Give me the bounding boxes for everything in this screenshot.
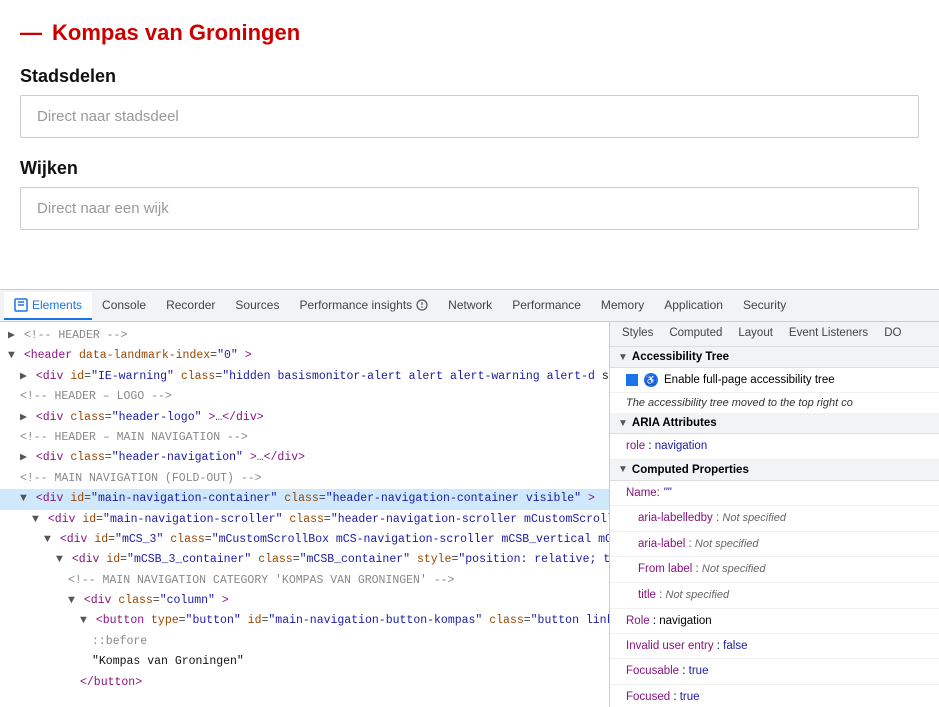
- dom-line: ▼ <header data-landmark-index="0" >: [0, 346, 609, 366]
- devtools-body: ▶ <!-- HEADER --> ▼ <header data-landmar…: [0, 322, 939, 707]
- role-row: Role : navigation: [610, 609, 939, 634]
- tab-security[interactable]: Security: [733, 292, 796, 320]
- tab-network[interactable]: Network: [438, 292, 502, 320]
- wijken-heading: Wijken: [20, 158, 919, 179]
- accessibility-tree-header[interactable]: ▼ Accessibility Tree: [610, 347, 939, 368]
- tab-memory[interactable]: Memory: [591, 292, 654, 320]
- performance-insights-icon: [416, 299, 428, 311]
- properties-panel: Styles Computed Layout Event Listeners D…: [610, 322, 939, 707]
- devtools-tabbar: Elements Console Recorder Sources Perfor…: [0, 290, 939, 322]
- inspector-icon: [14, 298, 28, 312]
- dom-line: </button>: [0, 673, 609, 693]
- aria-attributes-header[interactable]: ▼ ARIA Attributes: [610, 413, 939, 434]
- dom-line: ▼ <div id="main-navigation-scroller" cla…: [0, 510, 609, 530]
- subtab-computed[interactable]: Computed: [661, 322, 730, 346]
- wijken-select[interactable]: Direct naar een wijk: [20, 187, 919, 230]
- subtab-do[interactable]: DO: [876, 322, 909, 346]
- tab-performance-insights[interactable]: Performance insights: [289, 292, 438, 320]
- page-title-container: — Kompas van Groningen: [20, 20, 919, 46]
- chevron-down-icon: ▼: [618, 352, 628, 363]
- dom-line: ▼ <div id="mCSB_3_container" class="mCSB…: [0, 550, 609, 570]
- focused-row: Focused : true: [610, 685, 939, 707]
- tab-application[interactable]: Application: [654, 292, 733, 320]
- tab-sources[interactable]: Sources: [225, 292, 289, 320]
- subtab-event-listeners[interactable]: Event Listeners: [781, 322, 876, 346]
- checkbox-accessibility[interactable]: [626, 374, 638, 386]
- title-row: title : Not specified: [610, 583, 939, 609]
- devtools-panel: Elements Console Recorder Sources Perfor…: [0, 290, 939, 707]
- chevron-down-icon: ▼: [618, 464, 628, 475]
- dom-line: ▼ <div id="mCS_3" class="mCustomScrollBo…: [0, 530, 609, 550]
- dom-line: <!-- MAIN NAVIGATION (FOLD-OUT) -->: [0, 469, 609, 489]
- dom-panel[interactable]: ▶ <!-- HEADER --> ▼ <header data-landmar…: [0, 322, 610, 707]
- aria-label-row: aria-label : Not specified: [610, 532, 939, 558]
- tab-recorder[interactable]: Recorder: [156, 292, 225, 320]
- chevron-down-icon: ▼: [618, 418, 628, 429]
- tab-inspector[interactable]: Elements: [4, 292, 92, 320]
- computed-properties-header[interactable]: ▼ Computed Properties: [610, 460, 939, 481]
- dom-line: ▼ <button type="button" id="main-navigat…: [0, 611, 609, 631]
- page-title: Kompas van Groningen: [52, 20, 300, 46]
- invalid-entry-row: Invalid user entry : false: [610, 634, 939, 659]
- aria-role-row: role : navigation: [610, 434, 939, 459]
- props-subtabs: Styles Computed Layout Event Listeners D…: [610, 322, 939, 347]
- accessibility-checkbox-row[interactable]: ♿ Enable full-page accessibility tree: [610, 368, 939, 393]
- aria-labelledby-row: aria-labelledby : Not specified: [610, 506, 939, 532]
- dom-line: ▼ <div class="column" >: [0, 591, 609, 611]
- accessibility-note: The accessibility tree moved to the top …: [610, 393, 939, 413]
- dom-line: ▶ <div class="header-logo" >…</div>: [0, 408, 609, 428]
- accessibility-icon: ♿: [644, 373, 658, 387]
- dom-line: "Kompas van Groningen": [0, 652, 609, 672]
- title-dash: —: [20, 20, 42, 46]
- from-label-row: From label : Not specified: [610, 557, 939, 583]
- stadsdelen-heading: Stadsdelen: [20, 66, 919, 87]
- focusable-row: Focusable : true: [610, 659, 939, 684]
- tab-console[interactable]: Console: [92, 292, 156, 320]
- tab-performance[interactable]: Performance: [502, 292, 591, 320]
- dom-line: <!-- HEADER – LOGO -->: [0, 387, 609, 407]
- subtab-layout[interactable]: Layout: [730, 322, 781, 346]
- dom-line-selected[interactable]: ▼ <div id="main-navigation-container" cl…: [0, 489, 609, 509]
- dom-line: ▶ <div class="header-navigation" >…</div…: [0, 448, 609, 468]
- dom-line: <!-- HEADER – MAIN NAVIGATION -->: [0, 428, 609, 448]
- subtab-styles[interactable]: Styles: [614, 322, 661, 346]
- dom-line: <!-- MAIN NAVIGATION CATEGORY 'KOMPAS VA…: [0, 571, 609, 591]
- dom-line: ::before: [0, 632, 609, 652]
- dom-line: ▶ <!-- HEADER -->: [0, 326, 609, 346]
- stadsdelen-select[interactable]: Direct naar stadsdeel: [20, 95, 919, 138]
- computed-name-row: Name: "": [610, 481, 939, 506]
- dom-line: ▶ <div id="IE-warning" class="hidden bas…: [0, 367, 609, 387]
- page-content: — Kompas van Groningen Stadsdelen Direct…: [0, 0, 939, 290]
